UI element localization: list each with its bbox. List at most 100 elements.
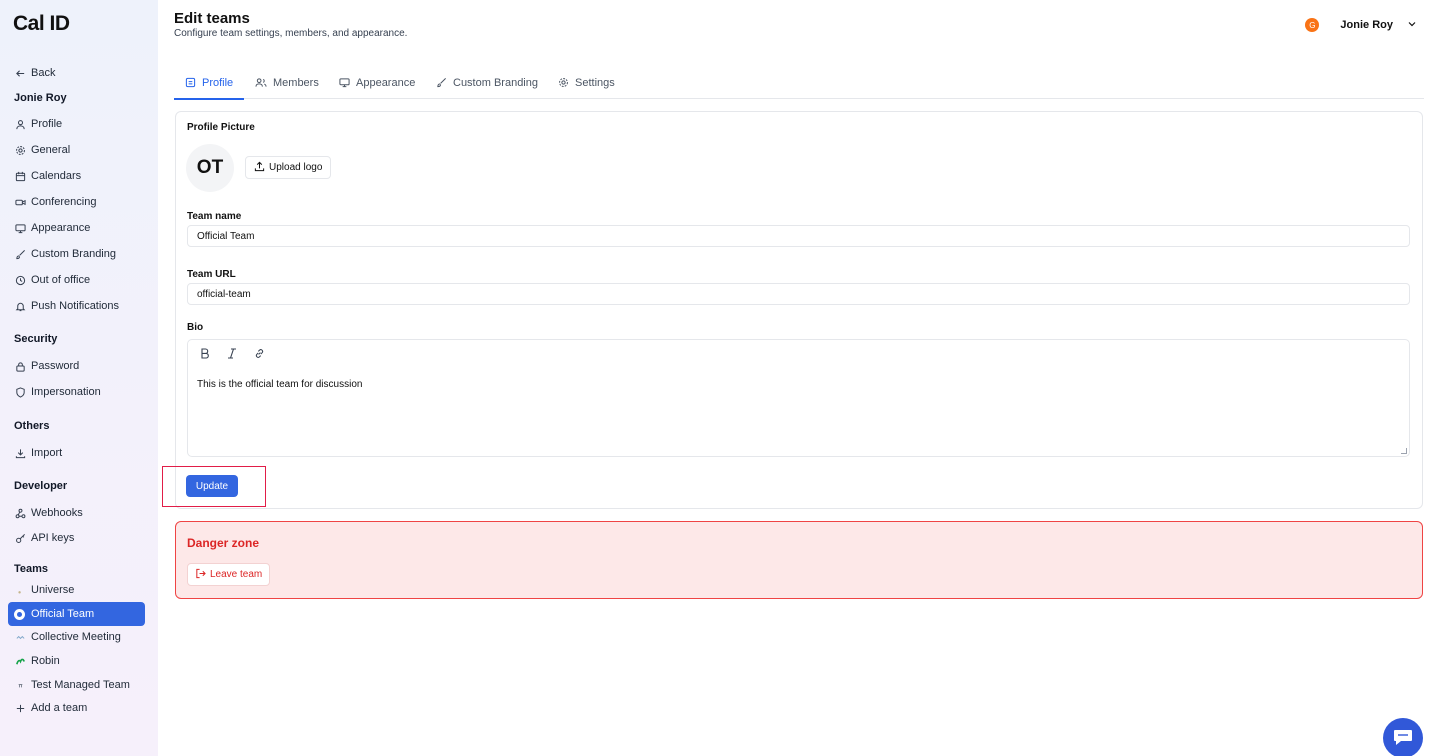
team-logo-icon bbox=[14, 584, 26, 596]
team-logo-icon bbox=[14, 631, 26, 643]
users-icon bbox=[255, 77, 267, 88]
tab-members[interactable]: Members bbox=[255, 66, 319, 99]
user-section-heading: Jonie Roy bbox=[14, 92, 67, 104]
sidebar-item-label: Appearance bbox=[31, 222, 91, 234]
bold-icon[interactable] bbox=[200, 348, 210, 362]
sidebar-item-label: General bbox=[31, 144, 71, 156]
sidebar-item-appearance[interactable]: Appearance bbox=[14, 218, 90, 238]
leave-team-button[interactable]: Leave team bbox=[187, 563, 271, 586]
sidebar-team-robin[interactable]: Robin bbox=[14, 651, 60, 671]
chat-icon bbox=[1392, 727, 1414, 750]
highlight-box bbox=[162, 466, 266, 507]
sidebar-team-official-team[interactable]: Official Team bbox=[8, 602, 145, 626]
download-icon bbox=[14, 447, 26, 459]
page-subtitle: Configure team settings, members, and ap… bbox=[174, 28, 408, 39]
chat-support-button[interactable] bbox=[1383, 718, 1423, 756]
arrow-left-icon bbox=[14, 67, 26, 79]
developer-heading: Developer bbox=[14, 480, 68, 492]
sidebar-item-label: Out of office bbox=[31, 274, 91, 286]
danger-zone-title: Danger zone bbox=[187, 536, 260, 550]
tab-bar: Profile Members Appearance Custom Brandi… bbox=[174, 66, 1424, 100]
team-logo-icon bbox=[14, 679, 26, 691]
gear-icon bbox=[14, 144, 26, 156]
add-team-button[interactable]: Add a team bbox=[14, 698, 87, 718]
bio-editor[interactable]: This is the official team for discussion bbox=[187, 339, 1410, 457]
others-heading: Others bbox=[14, 420, 50, 432]
link-icon[interactable] bbox=[254, 348, 265, 362]
sidebar-item-label: Profile bbox=[31, 118, 63, 130]
gear-icon bbox=[558, 77, 569, 88]
plus-icon bbox=[14, 702, 26, 714]
upload-icon bbox=[254, 161, 265, 175]
sidebar-team-test-managed-team[interactable]: Test Managed Team bbox=[14, 675, 130, 695]
tab-label: Custom Branding bbox=[453, 76, 538, 89]
tab-label: Profile bbox=[202, 76, 234, 89]
bell-icon bbox=[14, 300, 26, 312]
brush-icon bbox=[436, 77, 447, 88]
video-icon bbox=[14, 196, 26, 208]
lock-icon bbox=[14, 360, 26, 372]
team-logo-icon bbox=[14, 608, 25, 620]
sidebar-item-label: Calendars bbox=[31, 170, 82, 182]
tab-settings[interactable]: Settings bbox=[558, 66, 615, 99]
sidebar-item-profile[interactable]: Profile bbox=[14, 114, 62, 134]
sidebar-item-calendars[interactable]: Calendars bbox=[14, 166, 81, 186]
team-name-input[interactable]: Official Team bbox=[187, 225, 1410, 247]
user-name: Jonie Roy bbox=[1340, 19, 1393, 31]
sidebar-item-impersonation[interactable]: Impersonation bbox=[14, 382, 101, 402]
sidebar-item-api-keys[interactable]: API keys bbox=[14, 528, 74, 548]
teams-heading: Teams bbox=[14, 563, 49, 575]
sidebar-item-label: Webhooks bbox=[31, 507, 83, 519]
sidebar-item-push-notifications[interactable]: Push Notifications bbox=[14, 296, 119, 316]
sidebar-item-label: Conferencing bbox=[31, 196, 97, 208]
team-name-label: Team name bbox=[187, 211, 242, 222]
tab-custom-branding[interactable]: Custom Branding bbox=[436, 66, 538, 99]
sidebar: Cal ID Back Jonie Roy Profile General Ca… bbox=[0, 0, 158, 756]
page-title: Edit teams bbox=[174, 10, 250, 27]
brush-icon bbox=[14, 248, 26, 260]
sidebar-team-label: Robin bbox=[31, 655, 60, 667]
avatar: G bbox=[1305, 18, 1320, 32]
team-avatar: OT bbox=[186, 144, 234, 192]
monitor-icon bbox=[339, 77, 350, 88]
resize-handle[interactable] bbox=[1401, 448, 1407, 454]
leave-team-label: Leave team bbox=[210, 569, 263, 580]
webhook-icon bbox=[14, 507, 26, 519]
sidebar-item-conferencing[interactable]: Conferencing bbox=[14, 192, 96, 212]
tab-label: Appearance bbox=[356, 76, 416, 89]
tab-appearance[interactable]: Appearance bbox=[339, 66, 415, 99]
danger-zone bbox=[175, 521, 1423, 599]
chevron-down-icon bbox=[1407, 19, 1417, 32]
sidebar-item-password[interactable]: Password bbox=[14, 356, 79, 376]
sidebar-item-custom-branding[interactable]: Custom Branding bbox=[14, 244, 116, 264]
upload-logo-label: Upload logo bbox=[269, 162, 323, 173]
sidebar-item-label: Push Notifications bbox=[31, 300, 120, 312]
back-link[interactable]: Back bbox=[14, 63, 55, 83]
profile-card-icon bbox=[185, 77, 196, 88]
team-url-input[interactable]: official-team bbox=[187, 283, 1410, 305]
sidebar-team-collective-meeting[interactable]: Collective Meeting bbox=[14, 627, 121, 647]
logout-icon bbox=[195, 568, 206, 582]
bio-text: This is the official team for discussion bbox=[197, 379, 363, 390]
tab-profile[interactable]: Profile bbox=[174, 66, 245, 100]
shield-icon bbox=[14, 386, 26, 398]
user-menu[interactable]: G Jonie Roy bbox=[1305, 18, 1417, 32]
security-heading: Security bbox=[14, 333, 58, 345]
sidebar-item-label: Impersonation bbox=[31, 386, 101, 398]
sidebar-item-out-of-office[interactable]: Out of office bbox=[14, 270, 90, 290]
sidebar-item-general[interactable]: General bbox=[14, 140, 70, 160]
sidebar-item-webhooks[interactable]: Webhooks bbox=[14, 503, 83, 523]
app-logo: Cal ID bbox=[13, 12, 70, 35]
italic-icon[interactable] bbox=[227, 348, 237, 362]
editor-toolbar bbox=[200, 348, 265, 362]
team-url-label: Team URL bbox=[187, 269, 236, 280]
sidebar-item-import[interactable]: Import bbox=[14, 443, 62, 463]
sidebar-team-universe[interactable]: Universe bbox=[14, 580, 74, 600]
upload-logo-button[interactable]: Upload logo bbox=[245, 156, 332, 179]
back-label: Back bbox=[31, 67, 56, 79]
sidebar-item-label: Custom Branding bbox=[31, 248, 116, 260]
sidebar-item-label: Password bbox=[31, 360, 80, 372]
add-team-label: Add a team bbox=[31, 702, 88, 714]
sidebar-team-label: Official Team bbox=[31, 608, 95, 620]
sidebar-team-label: Test Managed Team bbox=[31, 679, 130, 691]
